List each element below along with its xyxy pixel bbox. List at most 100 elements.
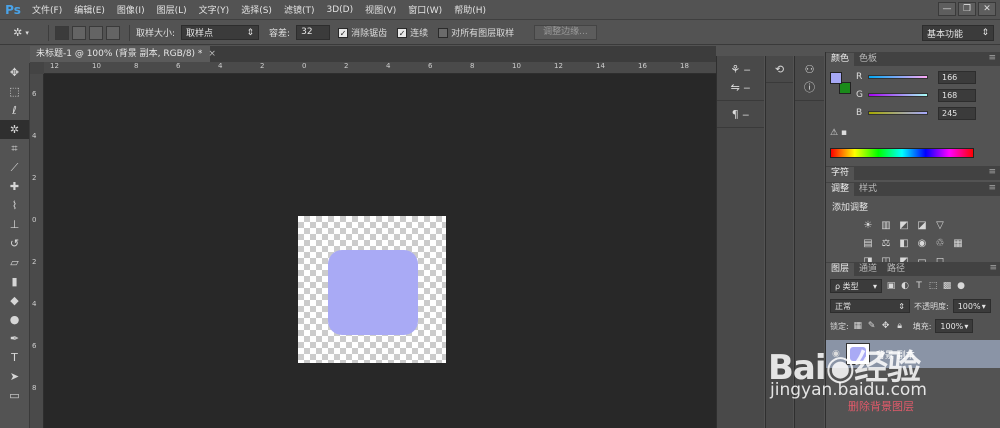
rectangle-icon[interactable]: ▭ [0, 386, 29, 405]
filter-shape-icon[interactable]: ⬚ [928, 281, 938, 291]
curves-icon[interactable]: ◩ [898, 220, 910, 232]
info-icon[interactable]: ⓘ [795, 78, 824, 96]
history-icon[interactable]: ⟲ [766, 60, 793, 78]
minimize-button[interactable]: — [938, 2, 956, 16]
dodge-icon[interactable]: ● [0, 310, 29, 329]
color-spectrum-ramp[interactable] [830, 148, 974, 158]
color-balance-icon[interactable]: ⚖ [880, 238, 892, 250]
levels-icon[interactable]: ▥ [880, 220, 892, 232]
restore-button[interactable]: ❐ [958, 2, 976, 16]
contiguous-checkbox[interactable]: ✓ 连续 [397, 26, 428, 39]
close-tab-icon[interactable]: × [208, 49, 216, 59]
tool-preset-picker[interactable]: ✲ ▾ [0, 26, 42, 39]
crop-icon[interactable]: ⌗ [0, 139, 29, 158]
brightness-icon[interactable]: ☀ [862, 220, 874, 232]
filter-pixel-icon[interactable]: ▣ [886, 281, 896, 291]
panel-menu-icon[interactable]: ≡ [988, 167, 996, 177]
filter-adjustment-icon[interactable]: ◐ [900, 281, 910, 291]
red-value-input[interactable]: 166 [938, 70, 976, 84]
brush-settings-icon[interactable]: ⇋ ‒ [717, 78, 764, 96]
stamp-icon[interactable]: ⊥ [0, 215, 29, 234]
rounded-rectangle-shape[interactable] [328, 250, 418, 335]
menu-file[interactable]: 文件(F) [26, 3, 68, 16]
menu-type[interactable]: 文字(Y) [193, 3, 236, 16]
vibrance-icon[interactable]: ▽ [934, 220, 946, 232]
sample-all-layers-checkbox[interactable]: 对所有图层取样 [438, 26, 514, 39]
exposure-icon[interactable]: ◪ [916, 220, 928, 232]
new-selection-button[interactable] [55, 25, 69, 40]
lock-all-icon[interactable]: 🔒︎ [895, 321, 905, 331]
fill-input[interactable]: 100% ▾ [935, 319, 974, 333]
horizontal-ruler[interactable]: 12 10 8 6 4 2 0 2 4 6 8 10 12 14 16 18 [44, 62, 716, 74]
blue-value-input[interactable]: 245 [938, 106, 976, 120]
blue-slider[interactable] [868, 111, 928, 115]
tab-color[interactable]: 颜色 [826, 53, 855, 66]
move-icon[interactable]: ✥ [0, 63, 29, 82]
tab-character[interactable]: 字符 [826, 167, 855, 180]
type-icon[interactable]: T [0, 348, 29, 367]
tab-layers[interactable]: 图层 [826, 263, 855, 276]
refine-edge-button[interactable]: 调整边缘... [534, 25, 597, 40]
green-value-input[interactable]: 168 [938, 88, 976, 102]
tab-channels[interactable]: 通道 [854, 263, 882, 276]
filter-toggle-icon[interactable]: ● [956, 281, 966, 291]
menu-edit[interactable]: 编辑(E) [68, 3, 111, 16]
eyedropper-icon[interactable]: ⟋ [0, 158, 29, 177]
filter-type-icon[interactable]: T [914, 281, 924, 291]
green-slider[interactable] [868, 93, 928, 97]
menu-help[interactable]: 帮助(H) [448, 3, 492, 16]
hue-saturation-icon[interactable]: ▤ [862, 238, 874, 250]
layer-filter-select[interactable]: ρ 类型 ▾ [830, 279, 882, 293]
eraser-icon[interactable]: ▱ [0, 253, 29, 272]
document-tab[interactable]: 未标题-1 @ 100% (背景 副本, RGB/8) * × [30, 46, 216, 62]
filter-smart-object-icon[interactable]: ▩ [942, 281, 952, 291]
menu-select[interactable]: 选择(S) [235, 3, 278, 16]
photo-filter-icon[interactable]: ◉ [916, 238, 928, 250]
blend-mode-select[interactable]: 正常 ⇕ [830, 299, 910, 313]
workspace-select[interactable]: 基本功能 ⇕ [922, 25, 994, 41]
add-to-selection-button[interactable] [72, 25, 86, 40]
intersect-selection-button[interactable] [106, 25, 120, 40]
menu-layer[interactable]: 图层(L) [151, 3, 193, 16]
gradient-icon[interactable]: ▮ [0, 272, 29, 291]
close-button[interactable]: ✕ [978, 2, 996, 16]
lock-transparency-icon[interactable]: ▦ [853, 321, 863, 331]
pen-icon[interactable]: ✒ [0, 329, 29, 348]
document-canvas[interactable] [298, 216, 446, 363]
red-slider[interactable] [868, 75, 928, 79]
black-white-icon[interactable]: ◧ [898, 238, 910, 250]
history-brush-icon[interactable]: ↺ [0, 234, 29, 253]
blur-icon[interactable]: ◆ [0, 291, 29, 310]
panel-menu-icon[interactable]: ≡ [988, 183, 996, 193]
tab-styles[interactable]: 样式 [854, 183, 882, 196]
canvas-area[interactable] [44, 74, 716, 428]
menu-window[interactable]: 窗口(W) [402, 3, 448, 16]
gamut-warning-icon[interactable]: ⚠ ▪ [830, 128, 847, 138]
tab-paths[interactable]: 路径 [882, 263, 910, 276]
lock-pixels-icon[interactable]: ✎ [867, 321, 877, 331]
tolerance-input[interactable]: 32 [296, 25, 331, 40]
menu-image[interactable]: 图像(I) [111, 3, 151, 16]
path-select-icon[interactable]: ➤ [0, 367, 29, 386]
panel-menu-icon[interactable]: ≡ [989, 263, 997, 273]
brush-presets-icon[interactable]: ⚘ ‒ [717, 60, 764, 78]
foreground-color-swatch[interactable] [830, 72, 842, 84]
marquee-icon[interactable]: ⬚ [0, 82, 29, 101]
panel-menu-icon[interactable]: ≡ [988, 53, 996, 63]
menu-view[interactable]: 视图(V) [359, 3, 402, 16]
sample-size-select[interactable]: 取样点 ⇕ [181, 25, 260, 40]
lock-position-icon[interactable]: ✥ [881, 321, 891, 331]
opacity-input[interactable]: 100% ▾ [952, 299, 991, 313]
magic-wand-icon[interactable]: ✲ [0, 120, 29, 139]
menu-3d[interactable]: 3D(D) [320, 5, 359, 15]
menu-filter[interactable]: 滤镜(T) [278, 3, 321, 16]
tab-adjustments[interactable]: 调整 [826, 183, 855, 196]
healing-icon[interactable]: ✚ [0, 177, 29, 196]
subtract-from-selection-button[interactable] [89, 25, 103, 40]
layer-comps-icon[interactable]: ⚇ [795, 60, 824, 78]
vertical-ruler[interactable]: 6 4 2 0 2 4 6 8 [30, 74, 44, 428]
paragraph-icon[interactable]: ¶ ‒ [717, 105, 764, 123]
brush-icon[interactable]: ⌇ [0, 196, 29, 215]
ruler-origin[interactable] [30, 62, 44, 74]
lasso-icon[interactable]: ℓ [0, 101, 29, 120]
